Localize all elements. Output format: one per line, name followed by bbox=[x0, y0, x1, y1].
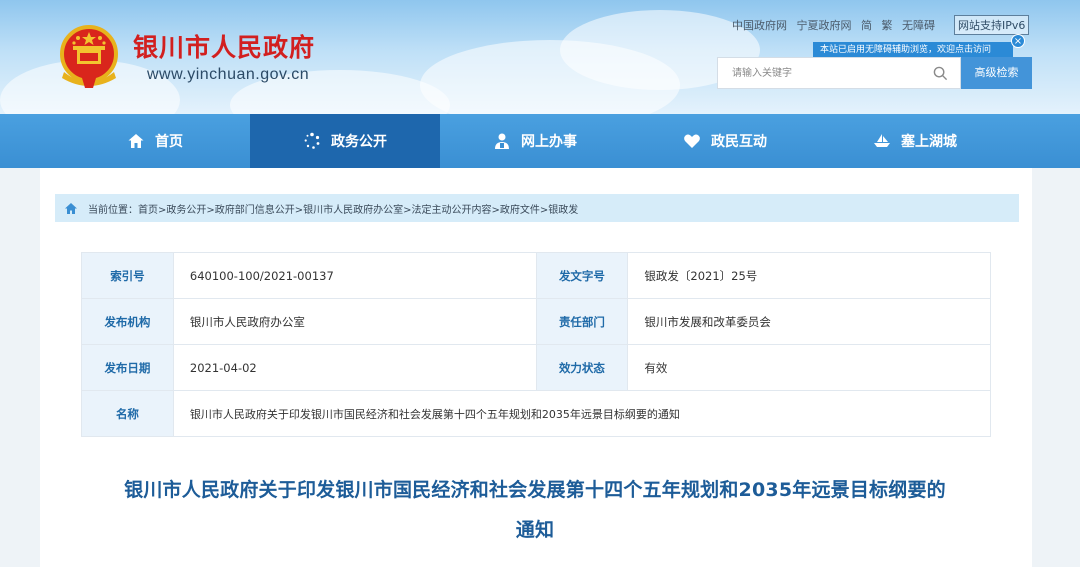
nav-item-online-service[interactable]: 网上办事 bbox=[440, 114, 630, 168]
index-label: 索引号 bbox=[81, 252, 174, 299]
breadcrumb-prefix: 当前位置： bbox=[88, 204, 138, 216]
nav-item-interaction[interactable]: 政民互动 bbox=[630, 114, 820, 168]
issuer-value: 银川市人民政府办公室 bbox=[172, 298, 537, 345]
status-label: 效力状态 bbox=[535, 344, 629, 391]
nav-item-home[interactable]: 首页 bbox=[60, 114, 250, 168]
nav-label: 首页 bbox=[155, 134, 183, 150]
table-row: 发布机构 银川市人民政府办公室 责任部门 银川市发展和改革委员会 bbox=[81, 298, 991, 345]
dots-circle-icon bbox=[304, 132, 320, 149]
nav-item-lake-city[interactable]: 塞上湖城 bbox=[820, 114, 1010, 168]
home-icon bbox=[65, 202, 77, 214]
site-header: 银川市人民政府 www.yinchuan.gov.cn 中国政府网 宁夏政府网 … bbox=[0, 0, 1080, 114]
search-box bbox=[717, 57, 961, 89]
breadcrumb: 当前位置： 首页>政务公开>政府部门信息公开>银川市人民政府办公室>法定主动公开… bbox=[55, 194, 1019, 222]
person-icon bbox=[495, 133, 509, 149]
nav-label: 网上办事 bbox=[521, 134, 577, 150]
nav-label: 政务公开 bbox=[331, 134, 387, 150]
search-icon[interactable] bbox=[933, 66, 948, 81]
document-info-table: 索引号 640100-100/2021-00137 发文字号 银政发〔2021〕… bbox=[81, 252, 992, 437]
nav-label: 塞上湖城 bbox=[901, 134, 957, 150]
site-title[interactable]: 银川市人民政府 bbox=[133, 28, 315, 64]
table-row: 发布日期 2021-04-02 效力状态 有效 bbox=[81, 344, 991, 391]
link-simplified[interactable]: 简 bbox=[861, 19, 872, 32]
search-input[interactable] bbox=[718, 58, 918, 88]
ipv6-badge: 网站支持IPv6 bbox=[954, 15, 1030, 35]
department-value: 银川市发展和改革委员会 bbox=[627, 298, 991, 345]
status-value: 有效 bbox=[627, 344, 991, 391]
table-row: 索引号 640100-100/2021-00137 发文字号 银政发〔2021〕… bbox=[81, 252, 991, 299]
issuer-label: 发布机构 bbox=[81, 298, 174, 345]
table-row: 名称 银川市人民政府关于印发银川市国民经济和社会发展第十四个五年规划和2035年… bbox=[81, 390, 992, 437]
index-value: 640100-100/2021-00137 bbox=[172, 252, 537, 299]
top-links: 中国政府网 宁夏政府网 简 繁 无障碍 bbox=[732, 17, 941, 33]
date-label: 发布日期 bbox=[81, 344, 174, 391]
name-label: 名称 bbox=[81, 390, 174, 437]
main-nav: 首页 政务公开 网上办事 政民互动 塞上湖城 bbox=[0, 114, 1080, 168]
heart-icon bbox=[684, 134, 700, 148]
link-traditional[interactable]: 繁 bbox=[882, 19, 893, 32]
close-icon[interactable]: × bbox=[1011, 34, 1025, 48]
nav-label: 政民互动 bbox=[711, 134, 767, 150]
link-ningxia-gov[interactable]: 宁夏政府网 bbox=[797, 19, 852, 32]
site-url[interactable]: www.yinchuan.gov.cn bbox=[147, 66, 309, 84]
document-title-line: 银川市人民政府关于印发银川市国民经济和社会发展第十四个五年规划和2035年远景目… bbox=[124, 479, 946, 501]
document-title-line: 通知 bbox=[515, 519, 555, 541]
advanced-search-button[interactable]: 高级检索 bbox=[961, 57, 1032, 89]
home-icon bbox=[128, 134, 144, 148]
link-china-gov[interactable]: 中国政府网 bbox=[732, 19, 787, 32]
department-label: 责任部门 bbox=[535, 298, 629, 345]
doc-number-value: 银政发〔2021〕25号 bbox=[627, 252, 991, 299]
boat-icon bbox=[874, 134, 890, 147]
breadcrumb-path[interactable]: 首页>政务公开>政府部门信息公开>银川市人民政府办公室>法定主动公开内容>政府文… bbox=[138, 201, 578, 216]
link-accessibility[interactable]: 无障碍 bbox=[902, 19, 935, 32]
date-value: 2021-04-02 bbox=[172, 344, 537, 391]
national-emblem-icon bbox=[60, 25, 118, 88]
doc-number-label: 发文字号 bbox=[535, 252, 629, 299]
nav-item-gov-affairs[interactable]: 政务公开 bbox=[250, 114, 440, 168]
document-title: 银川市人民政府关于印发银川市国民经济和社会发展第十四个五年规划和2035年远景目… bbox=[85, 470, 985, 550]
name-value: 银川市人民政府关于印发银川市国民经济和社会发展第十四个五年规划和2035年远景目… bbox=[172, 390, 992, 437]
